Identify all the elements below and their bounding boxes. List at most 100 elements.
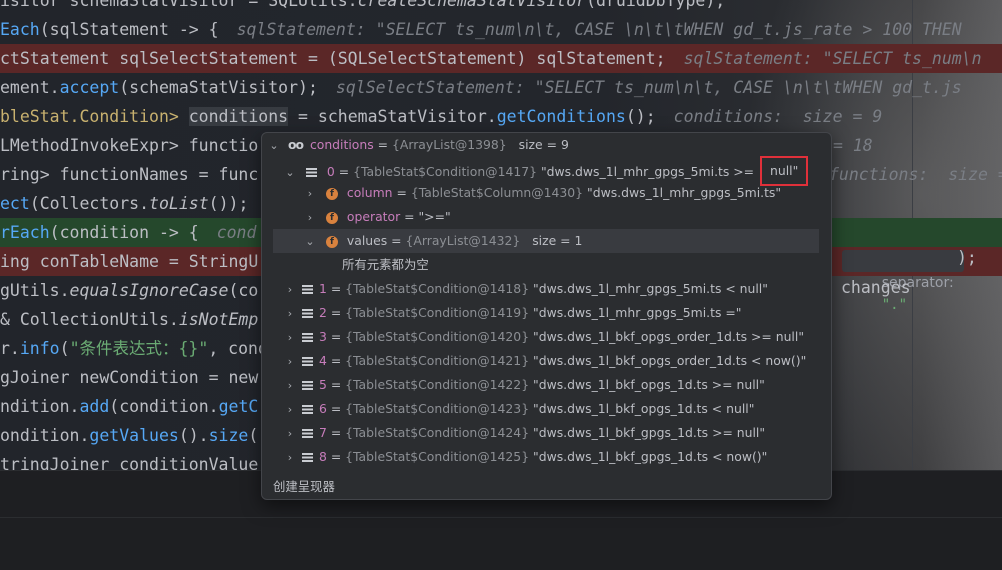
create-renderer-link[interactable]: 创建呈现器	[273, 477, 335, 495]
list-element-icon	[302, 333, 313, 342]
code-token: add	[79, 397, 110, 416]
code-token: ement.	[0, 78, 60, 97]
code-line[interactable]: Each(sqlStatement -> {sqlStatement: "SEL…	[0, 15, 1002, 44]
code-token: ondition.	[0, 426, 90, 445]
code-line[interactable]: ctStatement sqlSelectStatement = (SQLSel…	[0, 44, 1002, 73]
equals-sign: =	[326, 329, 346, 344]
item-index: 2	[319, 305, 327, 320]
chevron-right-icon[interactable]: ›	[284, 302, 296, 326]
variable-size: size = 9	[518, 137, 569, 152]
code-token: conditions	[188, 107, 289, 126]
chevron-right-icon[interactable]: ›	[284, 374, 296, 398]
separator-inlay-hint: separator: "."	[842, 250, 964, 313]
tree-row-item-6[interactable]: › 6 = {TableStat$Condition@1423} "dws.dws…	[284, 397, 755, 422]
field-name: values	[346, 233, 388, 248]
list-element-icon	[302, 381, 313, 390]
code-token: & CollectionUtils.	[0, 310, 179, 329]
chevron-down-icon[interactable]: ⌄	[268, 134, 280, 158]
code-token: (sqlStatement -> {	[39, 20, 219, 39]
code-token: ing conTableName = StringU	[0, 252, 259, 271]
equals-sign: =	[404, 209, 419, 224]
code-token: ().	[178, 426, 209, 445]
code-line[interactable]: isitor schemaStatVisitor = SQLUtils.crea…	[0, 0, 1002, 15]
code-line[interactable]: bleStat.Condition> conditions = schemaSt…	[0, 102, 1002, 131]
tree-row-field-operator[interactable]: › f operator = ">="	[304, 205, 451, 229]
item-value: "dws.dws_1l_bkf_opgs_1d.ts >= null"	[533, 377, 765, 392]
chevron-right-icon[interactable]: ›	[284, 398, 296, 422]
code-token: (	[248, 426, 259, 445]
tree-row-item-1[interactable]: › 1 = {TableStat$Condition@1418} "dws.dws…	[284, 277, 768, 301]
list-element-icon	[302, 453, 313, 462]
code-token: equalsIgnoreCase	[69, 281, 229, 300]
item-index: 6	[319, 401, 327, 416]
field-icon: f	[325, 211, 338, 224]
item-ref: {TableStat$Condition@1423}	[345, 401, 530, 416]
chevron-right-icon[interactable]: ›	[304, 206, 316, 230]
variable-name: conditions	[309, 137, 374, 152]
tree-row-conditions[interactable]: ⌄ oo conditions = {ArrayList@1398} size …	[268, 133, 569, 158]
code-token: getValues	[89, 426, 179, 445]
item-index: 8	[319, 449, 327, 464]
item-index: 1	[319, 281, 327, 296]
field-ref: {ArrayList@1432}	[405, 233, 521, 248]
chevron-right-icon[interactable]: ›	[284, 278, 296, 302]
chevron-right-icon[interactable]: ›	[304, 182, 316, 206]
list-element-icon	[302, 429, 313, 438]
item-index: 4	[319, 353, 327, 368]
item-index: 0	[326, 164, 335, 179]
item-ref: {TableStat$Condition@1417}	[353, 164, 537, 179]
list-element-icon	[302, 357, 313, 366]
tree-row-item-7[interactable]: › 7 = {TableStat$Condition@1424} "dws.dws…	[284, 421, 765, 445]
code-token: (	[59, 339, 70, 358]
item-value: "dws.dws_1l_bkf_opgs_1d.ts < null"	[533, 401, 755, 416]
code-token: (Collectors.	[29, 194, 150, 213]
chevron-down-icon[interactable]: ⌄	[304, 230, 316, 254]
code-token: getC	[218, 397, 259, 416]
equals-sign: =	[326, 401, 346, 416]
item-ref: {TableStat$Condition@1422}	[345, 377, 530, 392]
code-token: (schemaStatVisitor);	[119, 78, 318, 97]
tree-row-item-5[interactable]: › 5 = {TableStat$Condition@1422} "dws.dws…	[284, 373, 765, 397]
field-ref: {TableStat$Column@1430}	[410, 185, 584, 200]
equals-sign: =	[396, 185, 411, 200]
list-element-icon	[302, 405, 313, 414]
code-token: ndition.	[0, 397, 80, 416]
tree-row-item-4[interactable]: › 4 = {TableStat$Condition@1421} "dws.dws…	[284, 349, 807, 374]
item-value: "dws.dws_1l_bkf_gpgs_1d.ts >= null"	[533, 425, 766, 440]
item-ref: {TableStat$Condition@1425}	[345, 449, 530, 464]
item-ref: {TableStat$Condition@1418}	[345, 281, 530, 296]
variable-ref: {ArrayList@1398}	[391, 137, 507, 152]
inlay-value-hint: sqlStatement: "SELECT ts_num\n\t, CASE \…	[236, 20, 962, 39]
chevron-right-icon[interactable]: ›	[284, 422, 296, 446]
chevron-right-icon[interactable]: ›	[284, 326, 296, 350]
code-token: tringJoiner conditionValue	[0, 455, 259, 470]
code-line[interactable]: ement.accept(schemaStatVisitor); sqlSelec…	[0, 73, 1002, 102]
code-token: bleStat.Condition>	[0, 107, 189, 126]
item-value: "dws.dws_1l_mhr_gpgs_5mi.ts ="	[533, 305, 742, 320]
bottom-panel-divider	[0, 517, 1002, 518]
chevron-right-icon[interactable]: ›	[284, 350, 296, 374]
tree-row-item-3[interactable]: › 3 = {TableStat$Condition@1420} "dws.dws…	[284, 325, 804, 349]
code-token: ect	[0, 194, 30, 213]
item-ref: {TableStat$Condition@1420}	[345, 329, 530, 344]
code-token: info	[19, 339, 60, 358]
field-name: operator	[346, 209, 401, 224]
code-token: (druidDbType);	[586, 0, 726, 10]
tree-row-item-0[interactable]: ⌄ 0 = {TableStat$Condition@1417} "dws.dw…	[284, 156, 809, 186]
equals-sign: =	[326, 281, 346, 296]
code-token: isNotEmp	[178, 310, 259, 329]
chevron-right-icon[interactable]: ›	[284, 446, 296, 470]
tree-row-item-2[interactable]: › 2 = {TableStat$Condition@1419} "dws.dws…	[284, 301, 742, 326]
debugger-variables-popup[interactable]: ⌄ oo conditions = {ArrayList@1398} size …	[261, 132, 832, 500]
code-token: createSchemaStatVisitor	[357, 0, 587, 10]
chevron-down-icon[interactable]: ⌄	[284, 161, 296, 185]
field-value: "dws.dws_1l_mhr_gpgs_5mi.ts"	[587, 185, 782, 200]
tree-row-field-values[interactable]: ⌄ f values = {ArrayList@1432} size = 1	[273, 229, 819, 253]
tree-row-field-column[interactable]: › f column = {TableStat$Column@1430} "dw…	[304, 181, 781, 205]
tree-row-item-8[interactable]: › 8 = {TableStat$Condition@1425} "dws.dws…	[284, 445, 768, 470]
field-value: ">="	[418, 209, 451, 224]
item-index: 7	[319, 425, 327, 440]
code-token: r.	[0, 339, 20, 358]
inlay-value-hint: conditions: size = 9	[673, 107, 883, 126]
list-element-icon	[305, 168, 317, 177]
